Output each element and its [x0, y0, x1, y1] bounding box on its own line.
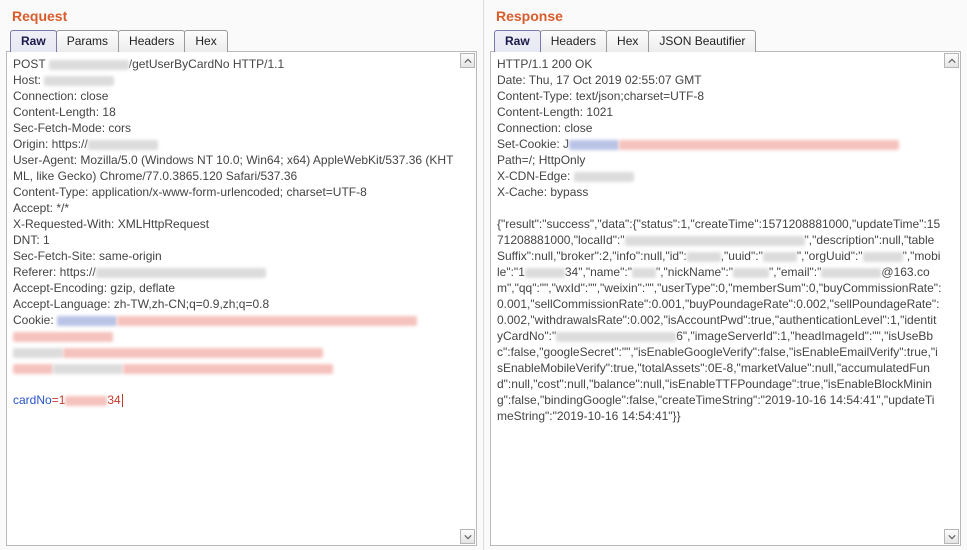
- tab-raw[interactable]: Raw: [10, 30, 57, 52]
- request-panel: Request Raw Params Headers Hex POST /get…: [0, 0, 484, 550]
- response-editor[interactable]: HTTP/1.1 200 OK Date: Thu, 17 Oct 2019 0…: [491, 52, 960, 545]
- tab-params[interactable]: Params: [56, 30, 119, 52]
- response-panel: Response Raw Headers Hex JSON Beautifier…: [484, 0, 967, 550]
- split-container: Request Raw Params Headers Hex POST /get…: [0, 0, 967, 550]
- scroll-up-icon[interactable]: [944, 53, 959, 68]
- response-title: Response: [490, 4, 961, 30]
- tab-headers[interactable]: Headers: [118, 30, 185, 52]
- tab-headers[interactable]: Headers: [540, 30, 607, 52]
- request-title: Request: [6, 4, 477, 30]
- response-tabs: Raw Headers Hex JSON Beautifier: [494, 30, 961, 52]
- scroll-up-icon[interactable]: [460, 53, 475, 68]
- tab-raw[interactable]: Raw: [494, 30, 541, 52]
- tab-json-beautifier[interactable]: JSON Beautifier: [648, 30, 756, 52]
- request-text-wrap: POST /getUserByCardNo HTTP/1.1 Host: Con…: [6, 51, 477, 546]
- scroll-down-icon[interactable]: [944, 529, 959, 544]
- scroll-down-icon[interactable]: [460, 529, 475, 544]
- tab-hex[interactable]: Hex: [606, 30, 649, 52]
- tab-hex[interactable]: Hex: [184, 30, 227, 52]
- request-tabs: Raw Params Headers Hex: [10, 30, 477, 52]
- request-editor[interactable]: POST /getUserByCardNo HTTP/1.1 Host: Con…: [7, 52, 476, 545]
- response-text-wrap: HTTP/1.1 200 OK Date: Thu, 17 Oct 2019 0…: [490, 51, 961, 546]
